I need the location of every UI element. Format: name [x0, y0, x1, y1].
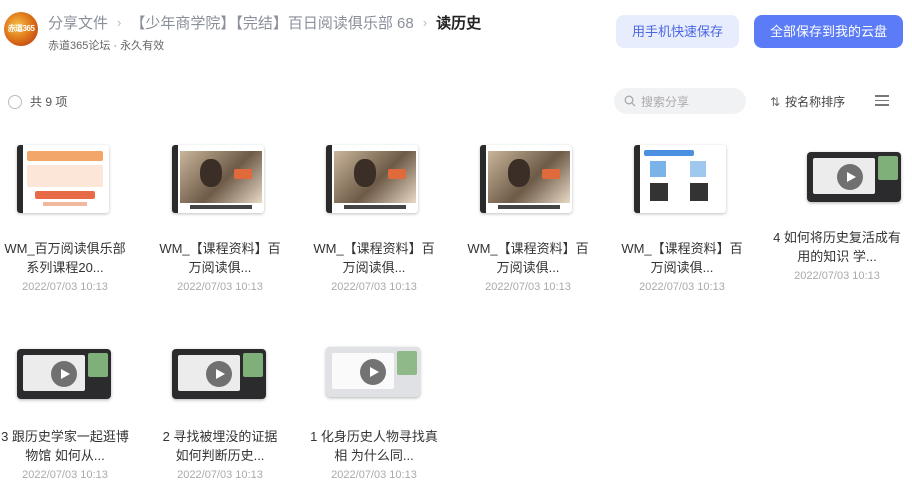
file-name: 4 如何将历史复活成有用的知识 学...: [773, 230, 901, 264]
select-all[interactable]: 共 9 项: [8, 93, 67, 110]
file-thumbnail: [17, 342, 113, 412]
file-name: WM_【课程资料】百万阅读俱...: [313, 241, 435, 275]
file-date: 2022/07/03 10:13: [22, 281, 108, 293]
file-date: 2022/07/03 10:13: [177, 469, 263, 481]
sort-icon: ⇅: [770, 94, 781, 109]
file-thumbnail: [326, 145, 422, 215]
file-name: 2 寻找被埋没的证据 如何判断历史...: [162, 429, 278, 463]
save-all-button[interactable]: 全部保存到我的云盘: [754, 15, 903, 48]
file-item[interactable]: 2 寻找被埋没的证据 如何判断历史... 2022/07/03 10:13: [155, 342, 285, 481]
file-thumbnail: [172, 342, 268, 412]
file-date: 2022/07/03 10:13: [331, 281, 417, 293]
file-date: 2022/07/03 10:13: [177, 281, 263, 293]
file-name: WM_【课程资料】百万阅读俱...: [621, 241, 743, 275]
file-name: 1 化身历史人物寻找真相 为什么同...: [310, 429, 438, 463]
breadcrumb: 分享文件 › 【少年商学院】【完结】百日阅读俱乐部 68 › 读历史: [48, 12, 481, 33]
file-date: 2022/07/03 10:13: [639, 281, 725, 293]
file-name: WM_【课程资料】百万阅读俱...: [467, 241, 589, 275]
search-icon: [624, 95, 636, 107]
play-icon: [206, 361, 232, 387]
save-via-phone-button[interactable]: 用手机快速保存: [616, 15, 739, 48]
file-thumbnail: [789, 145, 901, 215]
sort-button[interactable]: ⇅ 按名称排序: [770, 93, 845, 110]
file-item[interactable]: WM_【课程资料】百万阅读俱... 2022/07/03 10:13: [155, 145, 285, 293]
chevron-right-icon: ›: [422, 15, 428, 30]
file-item[interactable]: WM_【课程资料】百万阅读俱... 2022/07/03 10:13: [309, 145, 439, 293]
file-date: 2022/07/03 10:13: [22, 469, 108, 481]
file-name: 3 跟历史学家一起逛博物馆 如何从...: [1, 429, 129, 463]
file-item[interactable]: WM_【课程资料】百万阅读俱... 2022/07/03 10:13: [463, 145, 593, 293]
breadcrumb-current: 读历史: [436, 15, 482, 32]
file-thumbnail: [480, 145, 576, 215]
avatar-text: 赤道365: [7, 24, 35, 33]
select-all-checkbox[interactable]: [8, 94, 22, 109]
play-icon: [360, 359, 386, 385]
breadcrumb-item-share-files[interactable]: 分享文件: [48, 12, 108, 33]
file-thumbnail: [172, 145, 268, 215]
file-thumbnail: [17, 145, 113, 215]
play-icon: [837, 164, 863, 190]
file-item[interactable]: WM_百万阅读俱乐部系列课程20... 2022/07/03 10:13: [0, 145, 130, 293]
breadcrumb-item-folder[interactable]: 【少年商学院】【完结】百日阅读俱乐部 68: [130, 12, 413, 33]
file-date: 2022/07/03 10:13: [485, 281, 571, 293]
file-date: 2022/07/03 10:13: [794, 270, 880, 282]
item-count: 共 9 项: [30, 95, 68, 109]
file-thumbnail: [634, 145, 730, 215]
file-date: 2022/07/03 10:13: [331, 469, 417, 481]
play-icon: [51, 361, 77, 387]
avatar[interactable]: 赤道365: [4, 12, 38, 46]
search-input[interactable]: 搜索分享: [614, 88, 746, 114]
sort-label: 按名称排序: [785, 95, 846, 109]
file-name: WM_【课程资料】百万阅读俱...: [159, 241, 281, 275]
file-item[interactable]: 4 如何将历史复活成有用的知识 学... 2022/07/03 10:13: [772, 145, 902, 282]
search-placeholder: 搜索分享: [641, 94, 690, 109]
file-thumbnail: [326, 342, 422, 412]
file-item[interactable]: 3 跟历史学家一起逛博物馆 如何从... 2022/07/03 10:13: [0, 342, 130, 481]
file-name: WM_百万阅读俱乐部系列课程20...: [4, 241, 126, 275]
file-item[interactable]: 1 化身历史人物寻找真相 为什么同... 2022/07/03 10:13: [309, 342, 439, 481]
list-view-icon[interactable]: [875, 95, 889, 106]
chevron-right-icon: ›: [117, 15, 122, 30]
share-info: 赤道365论坛 · 永久有效: [48, 40, 165, 52]
file-item[interactable]: WM_【课程资料】百万阅读俱... 2022/07/03 10:13: [617, 145, 747, 293]
